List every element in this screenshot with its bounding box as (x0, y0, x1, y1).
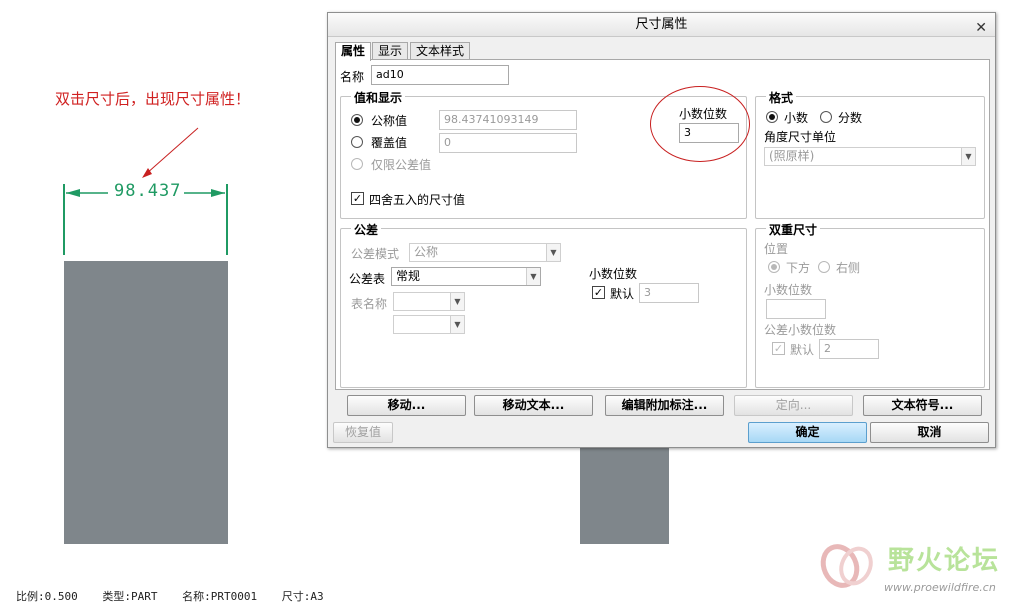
nominal-value-field[interactable]: 98.43741093149 (439, 110, 577, 130)
format-title: 格式 (766, 89, 797, 106)
move-button[interactable]: 移动... (347, 395, 466, 416)
angle-unit-label: 角度尺寸单位 (764, 130, 837, 144)
dual-decimals-input[interactable] (766, 299, 826, 319)
dialog-titlebar[interactable]: 尺寸属性 ✕ (328, 13, 995, 37)
watermark-logo-icon (820, 544, 873, 588)
chevron-down-icon: ▼ (450, 293, 464, 310)
text-symbol-button[interactable]: 文本符号... (863, 395, 982, 416)
dual-dimension-group: 双重尺寸 位置 下方 右侧 小数位数 公差小数位数 ✓ 默认 2 (755, 221, 985, 388)
status-bar: 比例:0.500 类型:PART 名称:PRT0001 尺寸:A3 (16, 588, 342, 604)
status-scale: 比例:0.500 (16, 590, 78, 603)
tol-mode-select[interactable]: 公称 ▼ (409, 243, 561, 262)
dual-below-radio[interactable] (768, 261, 780, 273)
angle-unit-select[interactable]: (照原样) ▼ (764, 147, 976, 166)
table-name-select[interactable]: ▼ (393, 292, 465, 311)
dimension-value[interactable]: 98.437 (114, 181, 181, 201)
table-name-label: 表名称 (351, 297, 388, 311)
cancel-button[interactable]: 取消 (870, 422, 989, 443)
status-size: 尺寸:A3 (281, 590, 324, 603)
edit-attach-button[interactable]: 编辑附加标注... (605, 395, 724, 416)
name-input[interactable]: ad10 (371, 65, 509, 85)
dual-default-checkbox[interactable]: ✓ (772, 342, 785, 355)
status-name: 名称:PRT0001 (182, 590, 258, 603)
nominal-radio[interactable] (351, 114, 363, 126)
tol-decimals-label: 小数位数 (589, 267, 638, 281)
tol-default-label: 默认 (610, 287, 635, 301)
tol-mode-value: 公称 (414, 245, 439, 259)
chevron-down-icon: ▼ (526, 268, 540, 285)
value-display-title: 值和显示 (351, 89, 406, 106)
dual-position-label: 位置 (764, 242, 789, 256)
watermark-title: 野火论坛 (888, 546, 1001, 576)
dialog-title: 尺寸属性 (635, 17, 688, 32)
tol-table-label: 公差表 (349, 272, 386, 286)
close-icon[interactable]: ✕ (975, 16, 987, 40)
dual-right-label: 右侧 (836, 261, 861, 275)
override-value-field[interactable]: 0 (439, 133, 577, 153)
fraction-radio[interactable] (820, 111, 832, 123)
tol-mode-label: 公差模式 (351, 247, 400, 261)
override-radio[interactable] (351, 136, 363, 148)
dim-arrow-right (211, 189, 225, 197)
tol-table-select[interactable]: 常规 ▼ (391, 267, 541, 286)
tol-decimals-input[interactable]: 3 (639, 283, 699, 303)
tol-only-label: 仅限公差值 (371, 158, 432, 172)
override-label: 覆盖值 (371, 136, 408, 150)
name-label: 名称 (340, 70, 365, 84)
dual-default-label: 默认 (790, 343, 815, 357)
move-text-button[interactable]: 移动文本... (474, 395, 593, 416)
highlight-circle (650, 86, 750, 162)
ok-button[interactable]: 确定 (748, 422, 867, 443)
restore-button[interactable]: 恢复值 (333, 422, 393, 443)
dual-default-input[interactable]: 2 (819, 339, 879, 359)
round-label: 四舍五入的尺寸值 (369, 193, 466, 207)
format-group: 格式 小数 分数 角度尺寸单位 (照原样) ▼ (755, 89, 985, 219)
round-checkbox[interactable]: ✓ (351, 192, 364, 205)
part-body-right (580, 448, 669, 544)
dual-right-radio[interactable] (818, 261, 830, 273)
angle-unit-value: (照原样) (769, 149, 815, 163)
tol-only-radio[interactable] (351, 158, 363, 170)
tab-properties[interactable]: 属性 (335, 42, 372, 61)
chevron-down-icon: ▼ (961, 148, 975, 165)
tab-display[interactable]: 显示 (372, 42, 409, 60)
decimal-label: 小数 (784, 111, 809, 125)
table-name-select-2[interactable]: ▼ (393, 315, 465, 334)
dual-tol-decimals-label: 公差小数位数 (764, 323, 837, 337)
note-arrow (145, 127, 199, 175)
status-type: 类型:PART (102, 590, 158, 603)
dual-decimals-label: 小数位数 (764, 283, 813, 297)
orient-button[interactable]: 定向... (734, 395, 853, 416)
tab-text-style[interactable]: 文本样式 (410, 42, 471, 60)
decimal-radio[interactable] (766, 111, 778, 123)
tolerance-title: 公差 (351, 221, 382, 238)
chevron-down-icon: ▼ (450, 316, 464, 333)
chevron-down-icon: ▼ (546, 244, 560, 261)
fraction-label: 分数 (838, 111, 863, 125)
nominal-label: 公称值 (371, 114, 408, 128)
tolerance-group: 公差 公差模式 公称 ▼ 公差表 常规 ▼ 表名称 ▼ ▼ 小数位数 ✓ 默认 … (340, 221, 747, 388)
dual-title: 双重尺寸 (766, 221, 821, 238)
part-body-left (64, 261, 228, 544)
watermark-url: www.proewildfire.cn (884, 581, 996, 594)
dual-below-label: 下方 (786, 261, 811, 275)
dimension-properties-dialog: 尺寸属性 ✕ 属性 显示 文本样式 名称 ad10 值和显示 公称值 98.43… (327, 12, 996, 448)
tol-table-value: 常规 (396, 269, 421, 283)
tol-default-checkbox[interactable]: ✓ (592, 286, 605, 299)
dim-arrow-left (66, 189, 80, 197)
